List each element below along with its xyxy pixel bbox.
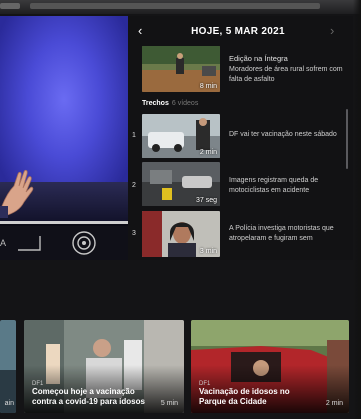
video-row: ain DF1 Começou hoje a vacinação contra …: [0, 320, 361, 415]
featured-title[interactable]: Edição na Íntegra: [229, 54, 347, 64]
card-duration: ain: [4, 400, 14, 407]
clip-number: 2: [132, 182, 136, 189]
fullscreen-icon[interactable]: [16, 234, 42, 252]
clip-description[interactable]: DF vai ter vacinação neste sábado: [229, 130, 347, 140]
right-edge-fade: [353, 0, 361, 419]
featured-thumbnail[interactable]: 8 min: [142, 46, 220, 92]
top-bar-segment: [0, 3, 20, 9]
episode-panel: ‹ HOJE, 5 MAR 2021 › 8 min Edição na Ínt…: [128, 16, 353, 260]
clip-number: 1: [132, 132, 136, 139]
player-controls: A: [0, 226, 128, 260]
duration-badge: 37 seg: [195, 197, 217, 204]
card-duration: 2 min: [325, 400, 343, 407]
top-bar: [0, 0, 361, 14]
duration-badge: 3 min: [199, 248, 217, 255]
video-card[interactable]: DF1 Começou hoje a vacinação contra a co…: [24, 320, 184, 413]
card-duration: 5 min: [160, 400, 178, 407]
section-header: Trechos 6 vídeos: [142, 100, 198, 107]
clip-thumbnail[interactable]: 2 min: [142, 114, 220, 158]
video-card[interactable]: DF1 Vacinação de idosos no Parque da Cid…: [191, 320, 349, 413]
duration-badge: 2 min: [199, 149, 217, 156]
date-label: HOJE, 5 MAR 2021: [191, 26, 285, 37]
section-title: Trechos: [142, 100, 169, 107]
progress-bar[interactable]: [0, 221, 128, 224]
clip-description[interactable]: Imagens registram queda de motociclistas…: [229, 176, 347, 195]
clip-description[interactable]: A Polícia investiga motoristas que atrop…: [229, 224, 347, 243]
date-header: ‹ HOJE, 5 MAR 2021 ›: [128, 16, 353, 48]
featured-description: Moradores de área rural sofrem com falta…: [229, 66, 343, 83]
video-player[interactable]: A: [0, 16, 128, 260]
clip-thumbnail[interactable]: 3 min: [142, 211, 220, 257]
clip-number: 3: [132, 230, 136, 237]
globoplay-logo-icon: [72, 231, 96, 255]
card-title: Começou hoje a vacinação contra a covid-…: [32, 387, 145, 406]
chevron-left-icon[interactable]: ‹: [138, 24, 142, 38]
duration-badge: 8 min: [199, 83, 217, 90]
subtitles-icon[interactable]: A: [0, 234, 14, 250]
scrollbar[interactable]: [346, 109, 348, 169]
clip-thumbnail[interactable]: 37 seg: [142, 162, 220, 206]
svg-text:A: A: [0, 238, 6, 248]
top-bar-segment: [30, 3, 320, 9]
section-count: 6 vídeos: [171, 100, 199, 107]
chevron-right-icon[interactable]: ›: [330, 24, 334, 38]
video-card-partial[interactable]: ain: [0, 320, 16, 413]
card-title: Vacinação de idosos no Parque da Cidade: [199, 387, 290, 406]
presenter-hand-image: [0, 169, 34, 218]
